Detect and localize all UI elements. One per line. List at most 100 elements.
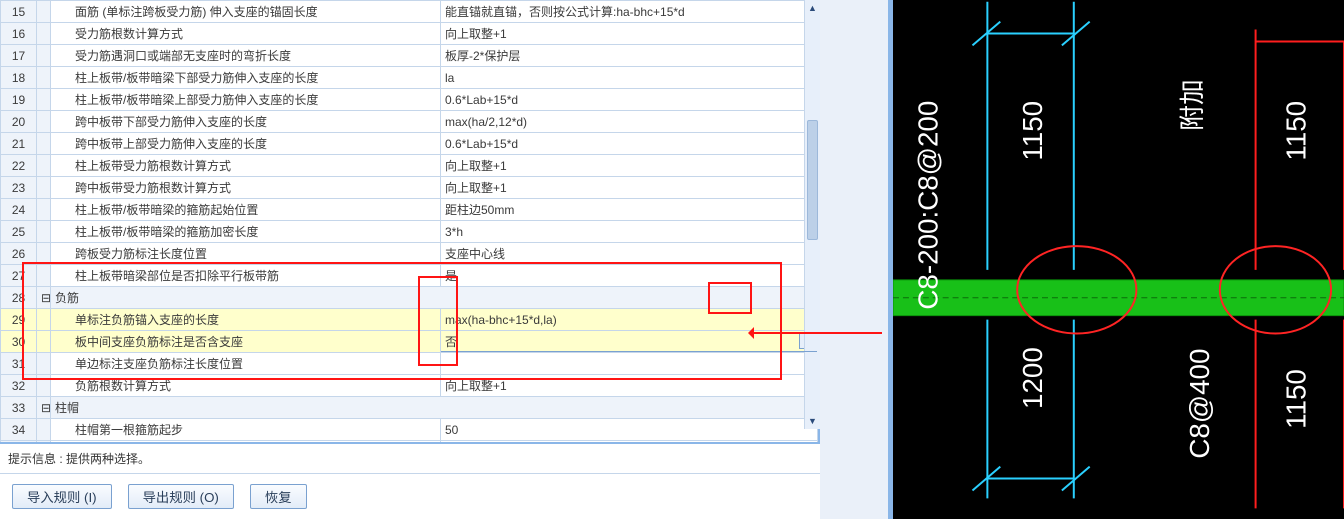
table-row[interactable]: 15面筋 (单标注跨板受力筋) 伸入支座的锚固长度能直锚就直锚，否则按公式计算:… bbox=[1, 1, 818, 23]
param-value[interactable]: 50 bbox=[441, 419, 818, 441]
expander-cell bbox=[37, 155, 51, 177]
settings-table-wrap: 15面筋 (单标注跨板受力筋) 伸入支座的锚固长度能直锚就直锚，否则按公式计算:… bbox=[0, 0, 820, 442]
param-value[interactable]: la bbox=[441, 67, 818, 89]
table-row[interactable]: 34 柱帽第一根箍筋起步50 bbox=[1, 419, 818, 441]
scroll-up-icon[interactable]: ▲ bbox=[805, 0, 820, 16]
table-row[interactable]: 25 柱上板带/板带暗梁的箍筋加密长度3*h bbox=[1, 221, 818, 243]
param-name: 柱帽第一根箍筋起步 bbox=[51, 419, 441, 441]
scroll-down-icon[interactable]: ▼ bbox=[805, 413, 820, 429]
table-row[interactable]: 17受力筋遇洞口或端部无支座时的弯折长度板厚-2*保护层 bbox=[1, 45, 818, 67]
expander-cell bbox=[37, 111, 51, 133]
table-row[interactable]: 30板中间支座负筋标注是否含支座否▾是否 bbox=[1, 331, 818, 353]
row-number: 29 bbox=[1, 309, 37, 331]
export-rules-button[interactable]: 导出规则 (O) bbox=[128, 484, 234, 509]
param-name: 面筋 (单标注跨板受力筋) 伸入支座的锚固长度 bbox=[51, 1, 441, 23]
cad-viewport[interactable]: 1150 1150 1200 1150 C8-200:C8@200 bbox=[890, 0, 1344, 519]
row-number: 20 bbox=[1, 111, 37, 133]
expander-cell bbox=[37, 353, 51, 375]
group-row[interactable]: 28⊟负筋 bbox=[1, 287, 818, 309]
param-name: 跨板受力筋标注长度位置 bbox=[51, 243, 441, 265]
param-value[interactable]: 距柱边50mm bbox=[441, 199, 818, 221]
param-value[interactable]: 0.6*Lab+15*d bbox=[441, 89, 818, 111]
row-number: 19 bbox=[1, 89, 37, 111]
table-row[interactable]: 26 跨板受力筋标注长度位置支座中心线 bbox=[1, 243, 818, 265]
expander-cell bbox=[37, 67, 51, 89]
param-value[interactable]: 板厚-2*保护层 bbox=[441, 45, 818, 67]
row-number: 25 bbox=[1, 221, 37, 243]
param-name: 跨中板带受力筋根数计算方式 bbox=[51, 177, 441, 199]
import-rules-button[interactable]: 导入规则 (I) bbox=[12, 484, 112, 509]
param-value[interactable]: 向上取整+1 bbox=[441, 155, 818, 177]
scroll-thumb[interactable] bbox=[807, 120, 818, 240]
row-number: 30 bbox=[1, 331, 37, 353]
param-value[interactable]: 向上取整+1 bbox=[441, 375, 818, 397]
dropdown-option-yes[interactable]: 是 bbox=[442, 352, 816, 353]
param-value[interactable]: 向上取整+1 bbox=[441, 177, 818, 199]
collapse-icon[interactable]: ⊟ bbox=[37, 397, 51, 419]
param-value[interactable]: 能直锚就直锚，否则按公式计算:ha-bhc+15*d bbox=[441, 1, 818, 23]
param-name: 单标注负筋锚入支座的长度 bbox=[51, 309, 441, 331]
vertical-scrollbar[interactable]: ▲ ▼ bbox=[804, 0, 820, 429]
row-number: 16 bbox=[1, 23, 37, 45]
row-number: 22 bbox=[1, 155, 37, 177]
param-name: 柱上板带/板带暗梁的箍筋加密长度 bbox=[51, 221, 441, 243]
expander-cell bbox=[37, 133, 51, 155]
expander-cell bbox=[37, 309, 51, 331]
param-value[interactable]: 0.6*Lab+15*d bbox=[441, 133, 818, 155]
param-name: 柱上板带受力筋根数计算方式 bbox=[51, 155, 441, 177]
expander-cell bbox=[37, 419, 51, 441]
dim-top-right: 1150 bbox=[1280, 101, 1311, 161]
param-value[interactable]: max(ha/2,12*d) bbox=[441, 111, 818, 133]
row-number: 21 bbox=[1, 133, 37, 155]
panel-gap bbox=[820, 0, 890, 519]
param-value[interactable]: max(ha-bhc+15*d,la) bbox=[441, 309, 818, 331]
table-row[interactable]: 32负筋根数计算方式向上取整+1 bbox=[1, 375, 818, 397]
hint-text: 提示信息 : 提供两种选择。 bbox=[0, 442, 820, 473]
row-number: 18 bbox=[1, 67, 37, 89]
row-number: 34 bbox=[1, 419, 37, 441]
param-value[interactable] bbox=[441, 353, 818, 375]
table-row[interactable]: 27柱上板带暗梁部位是否扣除平行板带筋是 bbox=[1, 265, 818, 287]
row-number: 33 bbox=[1, 397, 37, 419]
param-name: 跨中板带下部受力筋伸入支座的长度 bbox=[51, 111, 441, 133]
dropdown-list: 是否 bbox=[441, 351, 817, 353]
expander-cell bbox=[37, 23, 51, 45]
table-row[interactable]: 22 柱上板带受力筋根数计算方式向上取整+1 bbox=[1, 155, 818, 177]
param-name: 受力筋根数计算方式 bbox=[51, 23, 441, 45]
table-row[interactable]: 20 跨中板带下部受力筋伸入支座的长度max(ha/2,12*d) bbox=[1, 111, 818, 133]
row-number: 26 bbox=[1, 243, 37, 265]
table-row[interactable]: 23 跨中板带受力筋根数计算方式向上取整+1 bbox=[1, 177, 818, 199]
param-value[interactable]: 是 bbox=[441, 265, 818, 287]
group-label: 负筋 bbox=[51, 287, 818, 309]
row-number: 32 bbox=[1, 375, 37, 397]
table-row[interactable]: 24柱上板带/板带暗梁的箍筋起始位置距柱边50mm bbox=[1, 199, 818, 221]
expander-cell bbox=[37, 177, 51, 199]
param-name: 柱上板带暗梁部位是否扣除平行板带筋 bbox=[51, 265, 441, 287]
dim-bot-right: 1150 bbox=[1280, 369, 1311, 429]
expander-cell bbox=[37, 331, 51, 353]
param-value[interactable]: 支座中心线 bbox=[441, 243, 818, 265]
group-row[interactable]: 33⊟柱帽 bbox=[1, 397, 818, 419]
param-value[interactable]: 3*h bbox=[441, 221, 818, 243]
expander-cell bbox=[37, 89, 51, 111]
restore-button[interactable]: 恢复 bbox=[250, 484, 307, 509]
param-name: 跨中板带上部受力筋伸入支座的长度 bbox=[51, 133, 441, 155]
table-row[interactable]: 18 柱上板带/板带暗梁下部受力筋伸入支座的长度la bbox=[1, 67, 818, 89]
param-value[interactable]: 否▾是否 bbox=[441, 331, 818, 353]
param-value[interactable]: 向上取整+1 bbox=[441, 23, 818, 45]
collapse-icon[interactable]: ⊟ bbox=[37, 287, 51, 309]
group-label: 柱帽 bbox=[51, 397, 818, 419]
row-number: 17 bbox=[1, 45, 37, 67]
table-row[interactable]: 31单边标注支座负筋标注长度位置 bbox=[1, 353, 818, 375]
table-row[interactable]: 29 单标注负筋锚入支座的长度max(ha-bhc+15*d,la) bbox=[1, 309, 818, 331]
param-name: 柱上板带/板带暗梁下部受力筋伸入支座的长度 bbox=[51, 67, 441, 89]
table-row[interactable]: 19 柱上板带/板带暗梁上部受力筋伸入支座的长度0.6*Lab+15*d bbox=[1, 89, 818, 111]
row-number: 23 bbox=[1, 177, 37, 199]
param-name: 柱上板带/板带暗梁上部受力筋伸入支座的长度 bbox=[51, 89, 441, 111]
cad-drawing: 1150 1150 1200 1150 C8-200:C8@200 bbox=[893, 0, 1344, 519]
param-name: 单边标注支座负筋标注长度位置 bbox=[51, 353, 441, 375]
label-fujia: 附加 bbox=[1178, 79, 1207, 131]
table-row[interactable]: 21 跨中板带上部受力筋伸入支座的长度0.6*Lab+15*d bbox=[1, 133, 818, 155]
table-row[interactable]: 16 受力筋根数计算方式向上取整+1 bbox=[1, 23, 818, 45]
expander-cell bbox=[37, 221, 51, 243]
